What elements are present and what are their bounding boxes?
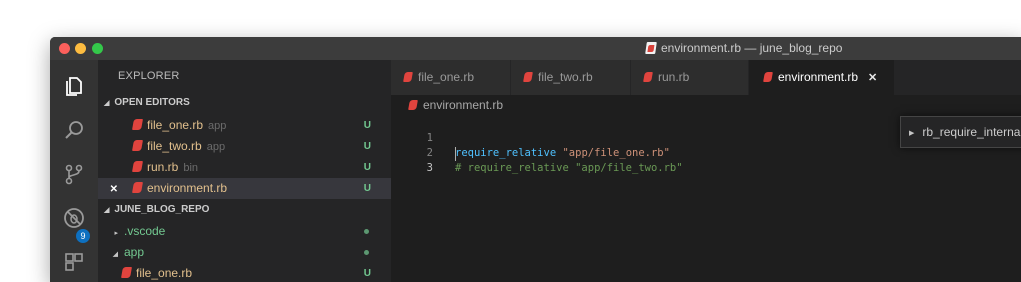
ruby-file-icon <box>132 161 143 172</box>
ruby-file-icon <box>403 72 413 82</box>
open-editor-item[interactable]: file_two.rb app U <box>98 136 391 157</box>
explorer-title: EXPLORER <box>118 70 180 82</box>
outline-peek-widget[interactable]: ▶ rb_require_internal <box>900 116 1021 148</box>
chevron-down-icon: ◢ <box>104 207 110 214</box>
untracked-dot-icon <box>364 229 369 234</box>
untracked-status: U <box>363 162 371 173</box>
untracked-dot-icon <box>364 250 369 255</box>
ruby-file-icon <box>643 72 653 82</box>
debug-icon[interactable] <box>62 206 86 230</box>
title-bar: environment.rb — june_blog_repo <box>50 37 1021 60</box>
tree-file-name: file_one.rb <box>136 266 193 280</box>
files-icon[interactable] <box>62 74 86 98</box>
repo-folder-header[interactable]: ◢ JUNE_BLOG_REPO <box>98 200 391 220</box>
zoom-window-button[interactable] <box>92 43 103 54</box>
close-editor-icon[interactable]: ✕ <box>98 179 118 200</box>
tab-file-one[interactable]: file_one.rb <box>391 60 511 95</box>
code-line: 3 <box>391 146 1021 174</box>
editor-tabs: file_one.rb file_two.rb run.rb environme… <box>391 60 1021 95</box>
extensions-icon[interactable] <box>62 250 86 274</box>
text-cursor <box>455 147 456 161</box>
ruby-file-icon <box>523 72 533 82</box>
open-editors-label: OPEN EDITORS <box>114 97 190 108</box>
tab-run[interactable]: run.rb <box>631 60 749 95</box>
open-editor-name: run.rb <box>147 160 179 174</box>
ruby-file-icon <box>121 267 132 278</box>
open-editor-name: file_two.rb <box>147 139 202 153</box>
open-editor-name: environment.rb <box>147 181 228 195</box>
search-icon[interactable] <box>62 118 86 142</box>
ruby-file-icon <box>132 182 143 193</box>
tab-file-two[interactable]: file_two.rb <box>511 60 631 95</box>
tab-label: file_one.rb <box>418 70 475 84</box>
close-tab-icon[interactable]: ✕ <box>868 72 877 84</box>
window-title-text: environment.rb — june_blog_repo <box>661 41 843 55</box>
peek-label: rb_require_internal <box>922 125 1021 139</box>
ruby-file-icon <box>132 140 143 151</box>
open-editors-header[interactable]: ◢ OPEN EDITORS <box>98 93 391 113</box>
chevron-right-icon: ▸ <box>114 230 118 237</box>
source-control-badge: 9 <box>76 229 90 243</box>
breadcrumb-file[interactable]: environment.rb <box>423 98 503 112</box>
ruby-file-icon <box>132 119 143 130</box>
chevron-down-icon: ◢ <box>112 251 118 258</box>
repo-folder-label: JUNE_BLOG_REPO <box>114 204 210 215</box>
tab-label: environment.rb <box>778 70 859 84</box>
open-editor-item[interactable]: run.rb bin U <box>98 157 391 178</box>
untracked-status: U <box>363 268 371 279</box>
untracked-status: U <box>363 120 371 131</box>
ruby-file-icon <box>645 42 657 54</box>
open-editor-name: file_one.rb <box>147 118 204 132</box>
chevron-right-icon: ▶ <box>909 130 915 137</box>
open-editor-folder: app <box>206 141 226 153</box>
minimize-window-button[interactable] <box>75 43 86 54</box>
open-editor-folder: app <box>208 120 227 132</box>
explorer-sidebar: EXPLORER ◢ OPEN EDITORS file_one.rb app U … <box>98 60 391 282</box>
source-control-icon[interactable] <box>62 162 86 186</box>
tree-folder-item[interactable]: ▸ .vscode <box>98 221 391 242</box>
breadcrumb: environment.rb <box>391 95 1021 116</box>
activity-bar: 9 <box>50 60 98 282</box>
chevron-down-icon: ◢ <box>104 100 110 107</box>
ruby-file-icon <box>763 72 773 82</box>
tree-file-item[interactable]: file_one.rb U <box>98 263 391 282</box>
tree-folder-item[interactable]: ◢ app <box>98 242 391 263</box>
vscode-window: environment.rb — june_blog_repo 9 EXPLOR… <box>50 37 1021 282</box>
ruby-file-icon <box>408 100 418 110</box>
tree-folder-name: app <box>124 245 145 259</box>
open-editor-item[interactable]: ✕ environment.rb U <box>98 178 391 199</box>
window-title: environment.rb — june_blog_repo <box>645 41 843 55</box>
line-number: 3 <box>426 162 433 174</box>
tab-environment[interactable]: environment.rb ✕ <box>749 60 895 95</box>
code-comment: # require_relative "app/file_two.rb" <box>455 162 683 174</box>
untracked-status: U <box>363 141 371 152</box>
tab-label: run.rb <box>658 70 690 84</box>
open-editor-folder: bin <box>183 162 199 174</box>
open-editor-item[interactable]: file_one.rb app U <box>98 115 391 136</box>
close-window-button[interactable] <box>59 43 70 54</box>
tab-label: file_two.rb <box>538 70 593 84</box>
tree-folder-name: .vscode <box>124 224 166 238</box>
untracked-status: U <box>363 183 371 194</box>
